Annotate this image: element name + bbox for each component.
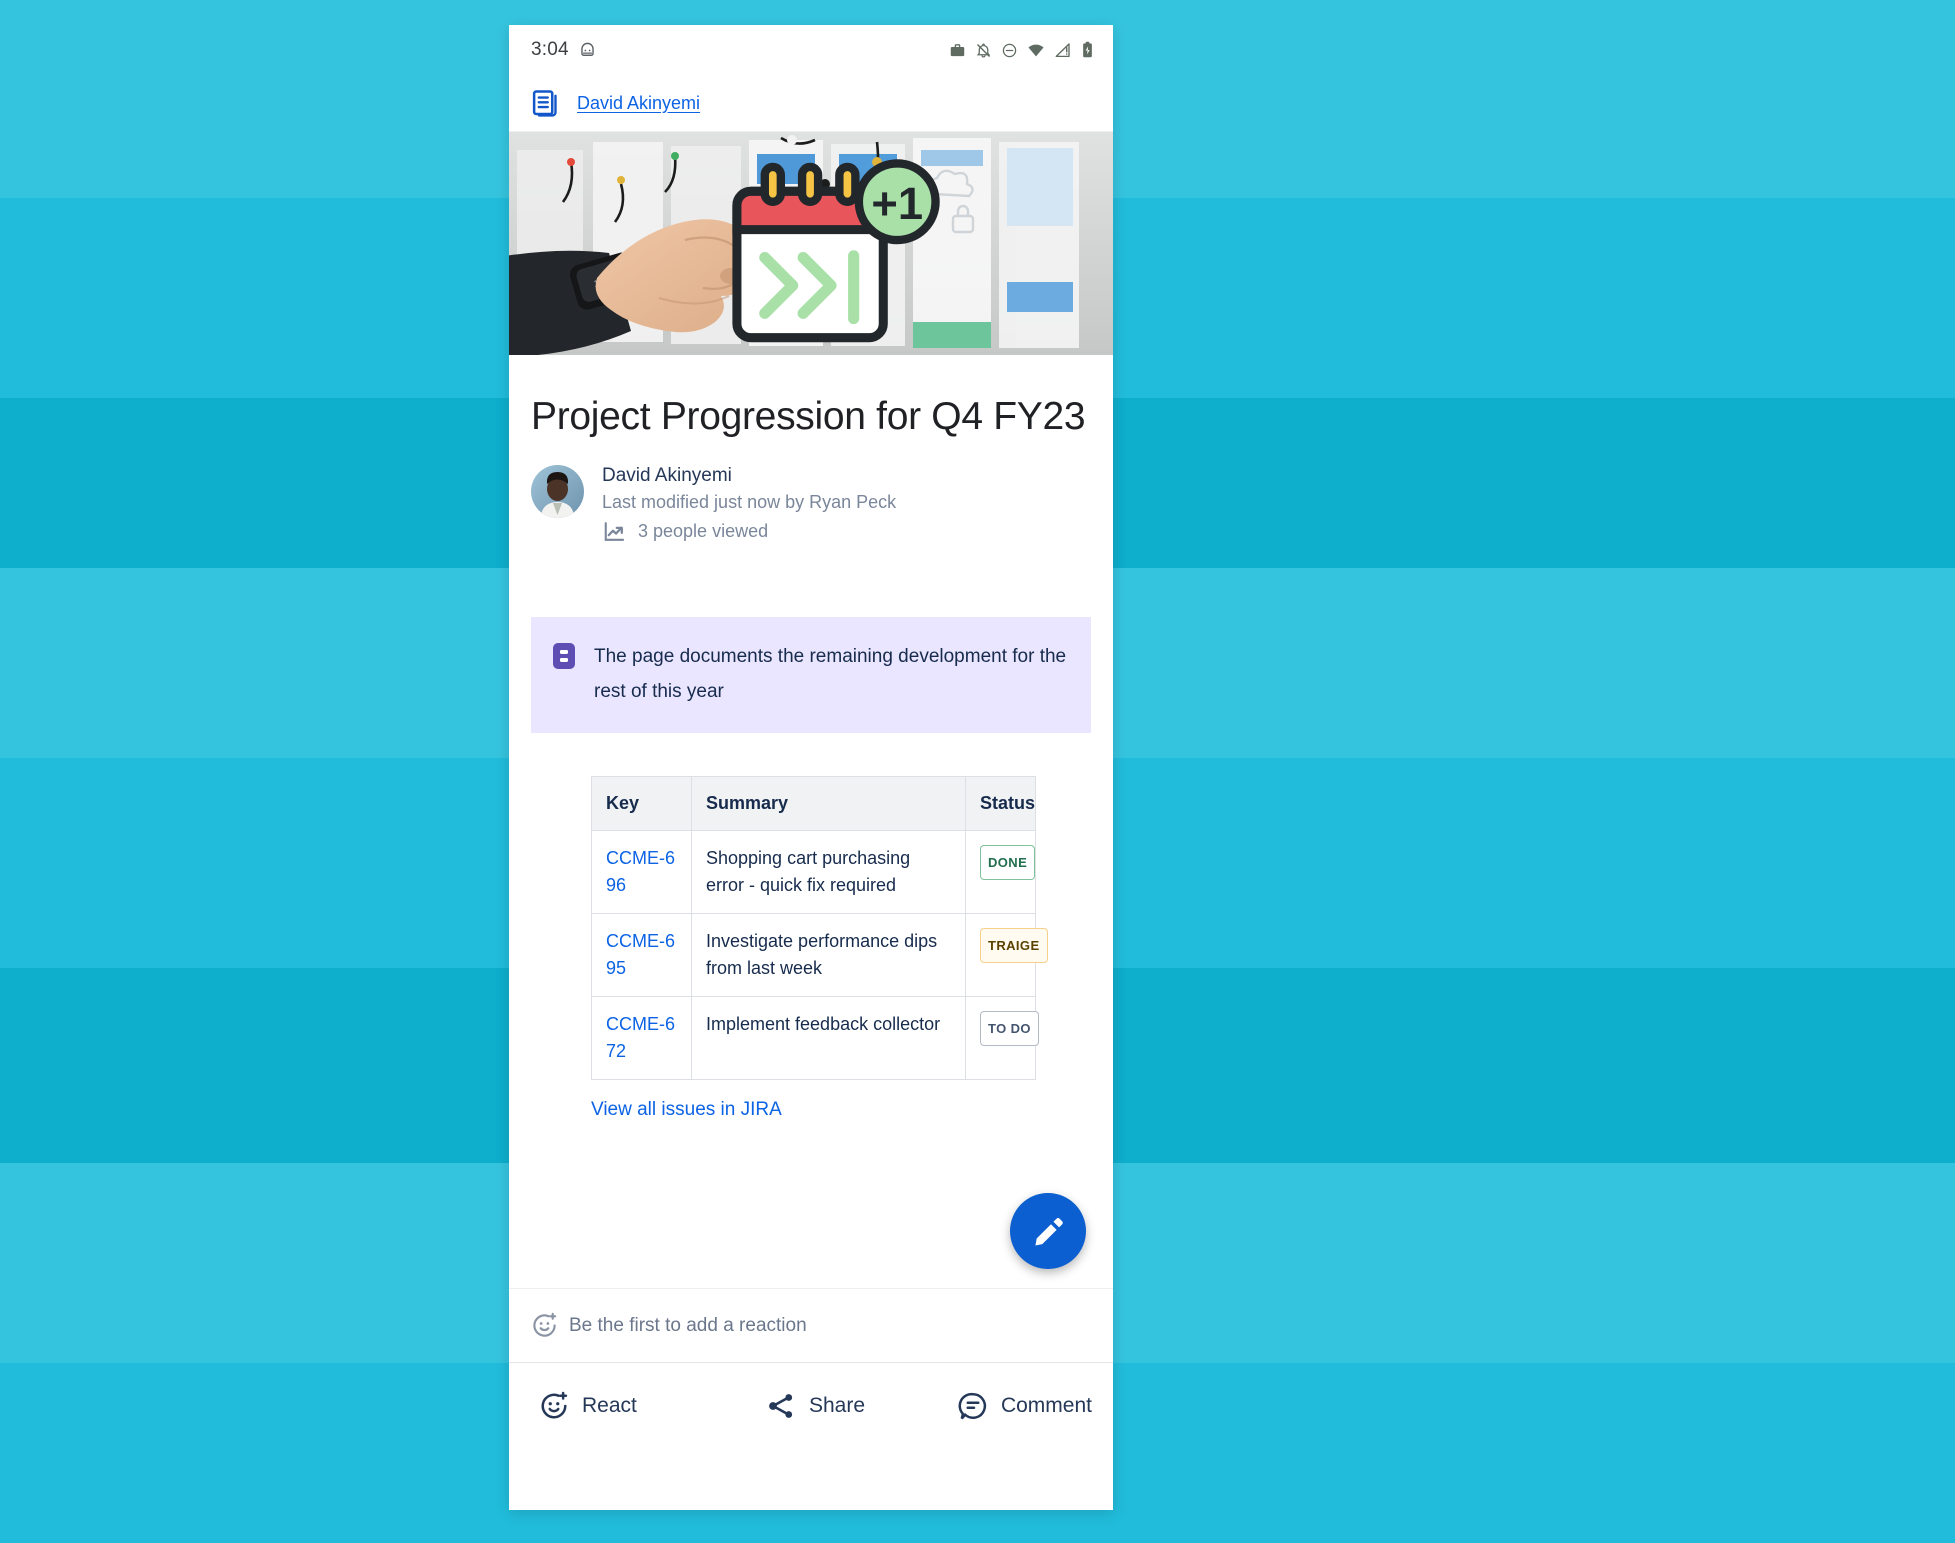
issue-summary-cell: Shopping cart purchasing error - quick f… [691, 830, 966, 914]
status-bar-right [949, 41, 1094, 59]
status-clock: 3:04 [531, 39, 569, 60]
byline-last-modified: Last modified just now by Ryan Peck [602, 492, 897, 512]
react-button[interactable]: React [509, 1391, 723, 1421]
add-reaction-icon [533, 1312, 557, 1337]
share-nodes-icon [769, 1393, 793, 1418]
add-reaction-icon [541, 1391, 568, 1418]
avatar-image [531, 465, 584, 518]
android-head-icon [581, 42, 594, 56]
column-header-key: Key [591, 776, 692, 831]
status-badge: TRAIGE [980, 928, 1048, 963]
byline-author: David Akinyemi [602, 465, 732, 486]
app-bar: David Akinyemi [509, 75, 1113, 132]
share-label: Share [808, 1393, 866, 1417]
issue-status-cell: TO DO [965, 996, 1039, 1080]
issue-key-cell: CCME-672 [591, 996, 692, 1080]
do-not-disturb-icon [1002, 43, 1017, 57]
edit-fab-button[interactable] [1010, 1193, 1086, 1269]
byline: David Akinyemi Last modified just now by… [509, 443, 1113, 544]
table-row: CCME-696 Shopping cart purchasing error … [591, 830, 1036, 914]
comment-button[interactable]: Comment [908, 1391, 1113, 1421]
comment-bubble-icon [958, 1392, 986, 1419]
fast-forward-calendar-emoji-badge[interactable]: +1 [529, 153, 1113, 355]
info-panel-text: The page documents the remaining develop… [594, 646, 1067, 702]
notifications-off-icon [976, 42, 991, 57]
avatar[interactable] [531, 465, 584, 518]
hero-image: 16:35 +1 [509, 132, 1113, 355]
cell-signal-warning-icon [1055, 43, 1070, 58]
info-panel-icon [551, 641, 577, 709]
issue-summary-cell: Investigate performance dips from last w… [691, 913, 966, 997]
column-header-status: Status [965, 776, 1036, 831]
briefcase-icon [950, 43, 965, 56]
byline-views-count: 3 people viewed [638, 521, 769, 541]
view-all-issues-link[interactable]: View all issues in JIRA [591, 1099, 1091, 1121]
trend-chart-icon [604, 522, 625, 541]
reaction-label: Be the first to add a reaction [569, 1314, 807, 1336]
issue-key-link[interactable]: CCME-695 [606, 931, 675, 978]
issue-key-cell: CCME-696 [591, 830, 692, 914]
byline-text: David Akinyemi Last modified just now by… [602, 461, 896, 544]
issue-key-link[interactable]: CCME-696 [606, 848, 675, 895]
issue-status-cell: DONE [965, 830, 1036, 914]
reaction-row[interactable]: Be the first to add a reaction [509, 1288, 1113, 1362]
share-button[interactable]: Share [723, 1391, 907, 1421]
bottom-action-bar: React Share Comment [509, 1362, 1113, 1448]
column-header-summary: Summary [691, 776, 966, 831]
table-header-row: Key Summary Status [591, 776, 1036, 831]
table-row: CCME-672 Implement feedback collector TO… [591, 996, 1039, 1080]
issue-table: Key Summary Status CCME-696 Shopping car… [591, 776, 1048, 1080]
phone-screen: 3:04 David Akinyemi +1 Project Progressi… [509, 25, 1113, 1510]
react-label: React [582, 1393, 637, 1417]
comment-label: Comment [1000, 1393, 1092, 1417]
status-badge: TO DO [980, 1011, 1039, 1046]
table-row: CCME-695 Investigate performance dips fr… [591, 913, 1048, 997]
issue-summary-cell: Implement feedback collector [691, 996, 966, 1080]
page-content-scroll[interactable]: Project Progression for Q4 FY23 David Ak… [509, 355, 1113, 1362]
pages-stack-icon[interactable] [531, 88, 561, 118]
wifi-icon [1028, 44, 1044, 57]
pencil-edit-icon [1034, 1217, 1063, 1246]
byline-views-row: 3 people viewed [602, 519, 896, 544]
status-bar-left: 3:04 [531, 39, 597, 61]
status-bar: 3:04 [509, 25, 1113, 75]
battery-charging-icon [1083, 41, 1092, 58]
svg-text:+1: +1 [871, 178, 923, 229]
info-panel: The page documents the remaining develop… [531, 617, 1091, 733]
issue-table-wrapper: Key Summary Status CCME-696 Shopping car… [509, 776, 1113, 1121]
status-badge: DONE [980, 845, 1036, 880]
issue-key-cell: CCME-695 [591, 913, 692, 997]
issue-key-link[interactable]: CCME-672 [606, 1014, 675, 1061]
app-bar-title-link[interactable]: David Akinyemi [577, 93, 700, 114]
page-title: Project Progression for Q4 FY23 [531, 395, 1086, 438]
issue-status-cell: TRAIGE [965, 913, 1048, 997]
